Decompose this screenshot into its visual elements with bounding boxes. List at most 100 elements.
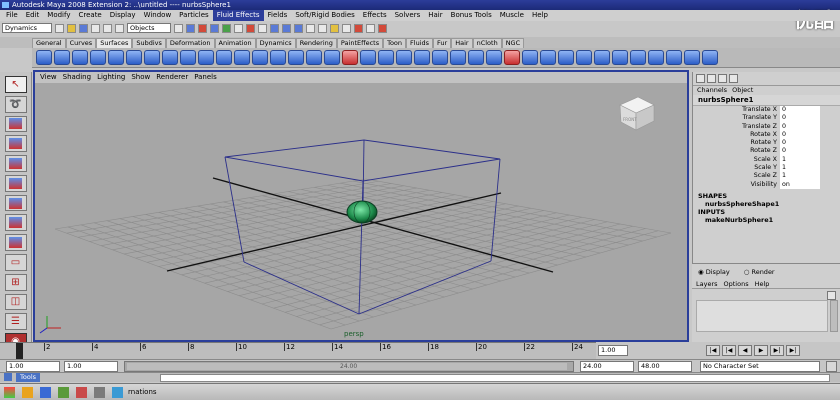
start-icon[interactable] xyxy=(4,387,15,398)
shelf-tool-icon[interactable] xyxy=(558,50,574,65)
make-live-icon[interactable] xyxy=(318,23,327,33)
perspective-viewport[interactable]: View Shading Lighting Show Renderer Panels xyxy=(33,70,689,342)
shelf-tool-icon[interactable] xyxy=(72,50,88,65)
soft-mod-tool-icon[interactable] xyxy=(4,234,27,252)
ie-icon[interactable] xyxy=(22,387,33,398)
shelf-tool-icon[interactable] xyxy=(594,50,610,65)
menu-hair[interactable]: Hair xyxy=(424,10,446,21)
layer-menu-options[interactable]: Options xyxy=(724,280,749,288)
save-scene-icon[interactable] xyxy=(79,23,88,33)
playback-end-field[interactable]: 24.00 xyxy=(580,361,634,372)
mask-dynamics-icon[interactable] xyxy=(234,23,243,33)
panel-menu-lighting[interactable]: Lighting xyxy=(94,72,128,83)
shelf-tool-icon[interactable] xyxy=(198,50,214,65)
layer-menu-layers[interactable]: Layers xyxy=(696,280,718,288)
panel-menu-panels[interactable]: Panels xyxy=(191,72,220,83)
menu-fields[interactable]: Fields xyxy=(264,10,292,21)
shelf-tab-subdivs[interactable]: Subdivs xyxy=(132,38,166,48)
menu-window[interactable]: Window xyxy=(140,10,176,21)
current-frame-field[interactable]: 1.00 xyxy=(598,345,628,356)
layer-list[interactable] xyxy=(696,300,828,332)
shape-node[interactable]: nurbsSphereShape1 xyxy=(693,200,840,208)
menu-file[interactable]: File xyxy=(2,10,22,21)
two-view-layout-icon[interactable]: ◫ xyxy=(4,293,27,311)
shelf-tool-icon[interactable] xyxy=(360,50,376,65)
attribute-value[interactable]: 1 xyxy=(780,164,820,173)
mask-deformations-icon[interactable] xyxy=(222,23,231,33)
menu-create[interactable]: Create xyxy=(74,10,105,21)
history-icon[interactable] xyxy=(330,23,339,33)
snap-point-icon[interactable] xyxy=(294,23,303,33)
shelf-tool-icon[interactable] xyxy=(36,50,52,65)
media-icon[interactable] xyxy=(58,387,69,398)
attribute-row[interactable]: Rotate Y0 xyxy=(693,139,840,148)
taskbar-task-label[interactable]: rnations xyxy=(128,388,157,396)
step-forward-icon[interactable]: ▶| xyxy=(770,345,784,356)
shelf-tool-icon[interactable] xyxy=(108,50,124,65)
shelf-tool-icon[interactable] xyxy=(486,50,502,65)
channel-box-toggle-icon[interactable] xyxy=(378,23,387,33)
shelf-tab-rendering[interactable]: Rendering xyxy=(295,38,337,48)
selection-mode-dropdown[interactable]: Objects xyxy=(127,23,171,33)
display-radio[interactable]: ◉ Display xyxy=(698,268,730,276)
start-time-field[interactable]: 1.00 xyxy=(6,361,60,372)
app-icon[interactable] xyxy=(94,387,105,398)
new-layer-icon[interactable] xyxy=(827,291,836,300)
go-to-end-icon[interactable]: ▶| xyxy=(786,345,800,356)
nurbs-sphere[interactable] xyxy=(346,200,378,224)
menu-soft-rigid-bodies[interactable]: Soft/Rigid Bodies xyxy=(291,10,358,21)
last-tool-icon[interactable] xyxy=(4,214,27,232)
shelf-tab-fluids[interactable]: Fluids xyxy=(406,38,434,48)
character-set-dropdown[interactable]: No Character Set xyxy=(700,361,820,372)
attribute-value[interactable]: 0 xyxy=(780,122,820,131)
menu-muscle[interactable]: Muscle xyxy=(496,10,528,21)
tool-settings-icon[interactable] xyxy=(729,74,738,83)
snap-curve-icon[interactable] xyxy=(282,23,291,33)
attribute-row[interactable]: Visibility on xyxy=(693,180,840,189)
scene-canvas[interactable]: FRONT persp xyxy=(35,83,687,340)
mask-surfaces-icon[interactable] xyxy=(210,23,219,33)
panel-menu-renderer[interactable]: Renderer xyxy=(153,72,191,83)
shelf-tab-curves[interactable]: Curves xyxy=(65,38,97,48)
select-hierarchy-icon[interactable] xyxy=(91,23,100,33)
shelf-tool-icon[interactable] xyxy=(684,50,700,65)
attribute-row[interactable]: Rotate Z0 xyxy=(693,147,840,156)
menu-particles[interactable]: Particles xyxy=(175,10,213,21)
snap-grid-icon[interactable] xyxy=(270,23,279,33)
app-icon[interactable] xyxy=(112,387,123,398)
menu-help[interactable]: Help xyxy=(528,10,552,21)
layer-menu-help[interactable]: Help xyxy=(755,280,770,288)
snap-view-plane-icon[interactable] xyxy=(306,23,315,33)
shelf-tool-icon[interactable] xyxy=(252,50,268,65)
shelf-tab-hair[interactable]: Hair xyxy=(451,38,473,48)
shelf-tool-icon[interactable] xyxy=(666,50,682,65)
shelf-tool-icon[interactable] xyxy=(612,50,628,65)
menu-solvers[interactable]: Solvers xyxy=(391,10,425,21)
time-slider[interactable]: 2 4 6 8 10 12 14 16 18 20 22 24 xyxy=(0,342,596,359)
outliner-layout-icon[interactable]: ☰ xyxy=(4,313,27,331)
attribute-editor-icon[interactable] xyxy=(718,74,727,83)
paint-select-tool-icon[interactable] xyxy=(4,115,27,133)
attribute-row[interactable]: Rotate X0 xyxy=(693,130,840,140)
shelf-tool-icon[interactable] xyxy=(702,50,718,65)
view-cube-icon[interactable]: FRONT xyxy=(619,96,655,131)
attribute-value[interactable]: on xyxy=(780,180,820,189)
shelf-tool-icon[interactable] xyxy=(54,50,70,65)
panel-menu-show[interactable]: Show xyxy=(128,72,153,83)
shelf-tab-toon[interactable]: Toon xyxy=(383,38,407,48)
render-radio[interactable]: ○ Render xyxy=(744,268,775,276)
selected-object-name[interactable]: nurbsSphere1 xyxy=(693,95,840,106)
attribute-row[interactable]: Scale Y1 xyxy=(693,164,840,173)
attribute-row[interactable]: Scale X1 xyxy=(693,155,840,165)
panel-menu-shading[interactable]: Shading xyxy=(60,72,94,83)
attribute-value[interactable]: 0 xyxy=(780,114,820,123)
menu-modify[interactable]: Modify xyxy=(43,10,74,21)
shelf-tool-icon[interactable] xyxy=(648,50,664,65)
shelf-tab-painteffects[interactable]: PaintEffects xyxy=(336,38,384,48)
shelf-tool-icon[interactable] xyxy=(504,50,520,65)
shelf-tool-icon[interactable] xyxy=(144,50,160,65)
go-to-start-icon[interactable]: |◀ xyxy=(706,345,720,356)
render-globals-icon[interactable] xyxy=(366,23,375,33)
attribute-row[interactable]: Translate Z0 xyxy=(693,122,840,131)
shelf-tool-icon[interactable] xyxy=(288,50,304,65)
